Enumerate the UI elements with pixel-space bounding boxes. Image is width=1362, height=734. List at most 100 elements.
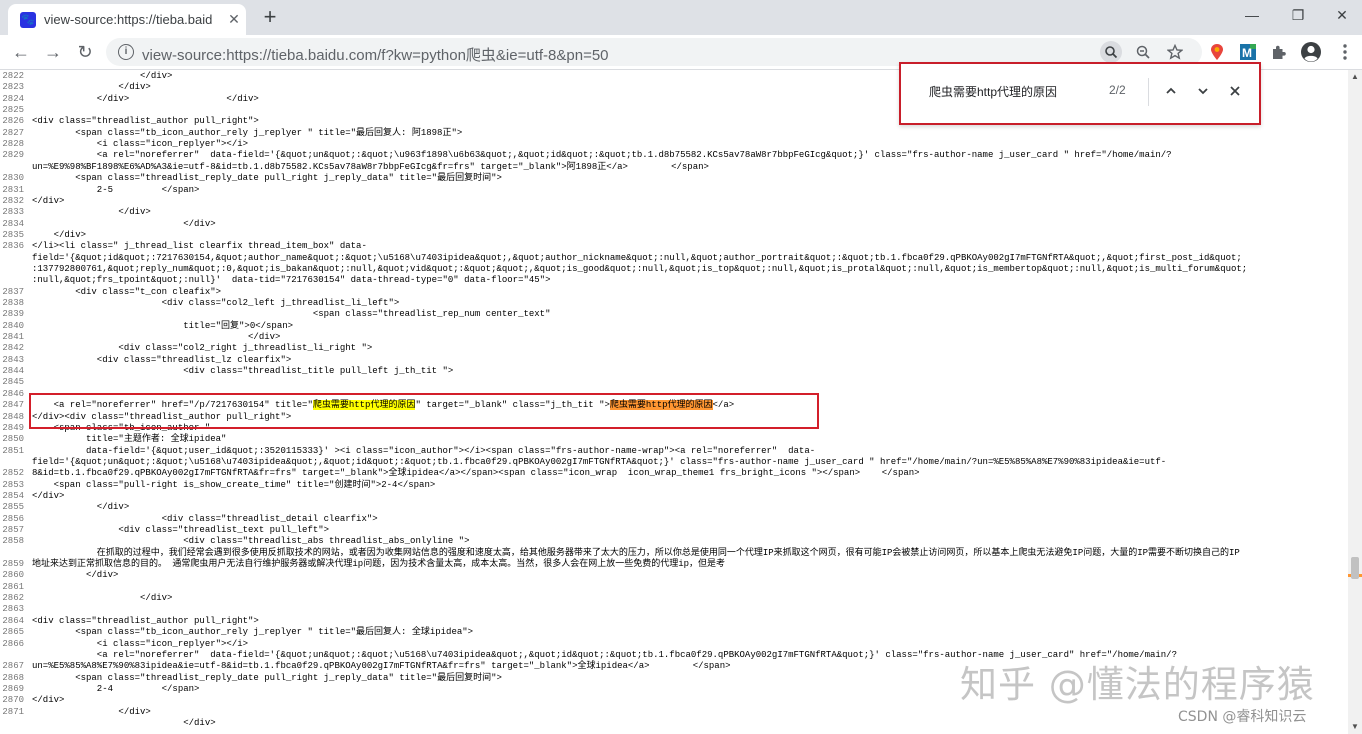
line-number: 2843 bbox=[2, 354, 24, 365]
window-close-button[interactable]: ✕ bbox=[1324, 4, 1360, 28]
line-number: 2840 bbox=[2, 320, 24, 331]
source-line: <div class="threadlist_lz clearfix"> bbox=[32, 354, 292, 365]
line-number: 2865 bbox=[2, 627, 24, 638]
line-number: 2839 bbox=[2, 309, 24, 320]
source-line: </div> bbox=[32, 706, 151, 717]
search-icon[interactable] bbox=[1100, 41, 1122, 63]
menu-kebab-icon[interactable] bbox=[1334, 41, 1356, 63]
line-number: 2846 bbox=[2, 388, 24, 399]
line-number: 2850 bbox=[2, 434, 24, 445]
tab-view-source[interactable]: 🐾 view-source:https://tieba.baid ✕ bbox=[8, 4, 246, 35]
source-line: </div> bbox=[32, 717, 216, 728]
source-line: </div> bbox=[32, 195, 65, 206]
find-divider bbox=[1148, 78, 1149, 106]
line-number: 2864 bbox=[2, 615, 24, 626]
line-number: 2822 bbox=[2, 71, 24, 81]
source-line: <i class="icon_replyer"></i> bbox=[32, 139, 249, 150]
m-extension-icon[interactable]: M bbox=[1237, 41, 1259, 63]
view-source-content[interactable]: 2822 2823 2824 2825 2826 2827 2828 2829 2830 2831… bbox=[0, 70, 1348, 734]
source-line: <div class="threadlist_author pull_right… bbox=[32, 615, 259, 626]
source-line: <span class="threadlist_reply_date pull_… bbox=[32, 672, 502, 683]
source-line: <div class="threadlist_author pull_right… bbox=[32, 116, 259, 127]
find-next-button[interactable] bbox=[1191, 79, 1215, 103]
scroll-down-arrow[interactable]: ▼ bbox=[1348, 720, 1362, 734]
source-line: title="主题作者: 全球ipidea" bbox=[32, 434, 227, 445]
source-line: <div class="col2_right j_threadlist_li_r… bbox=[32, 343, 373, 354]
line-number: 2861 bbox=[2, 581, 24, 592]
address-url[interactable]: view-source:https://tieba.baidu.com/f?kw… bbox=[142, 44, 609, 65]
find-previous-button[interactable] bbox=[1159, 79, 1183, 103]
line-number: 2855 bbox=[2, 502, 24, 513]
profile-avatar-icon[interactable] bbox=[1300, 41, 1322, 63]
line-number: 2830 bbox=[2, 173, 24, 184]
source-line: </div> bbox=[32, 332, 281, 343]
line-number: 2867 bbox=[2, 661, 24, 672]
source-line: <span class="tb_icon_author_rely j_reply… bbox=[32, 627, 474, 638]
source-line: </div> bbox=[32, 490, 65, 501]
scroll-up-arrow[interactable]: ▲ bbox=[1348, 70, 1362, 84]
line-number: 2852 bbox=[2, 468, 24, 479]
source-line: <span class="threadlist_reply_date pull_… bbox=[32, 173, 502, 184]
new-tab-button[interactable]: + bbox=[258, 6, 282, 30]
source-line: </div> bbox=[32, 695, 65, 706]
source-line: <span class="threadlist_rep_num center_t… bbox=[32, 309, 551, 320]
source-line: field='{&quot;id&quot;:7217630154,&quot;… bbox=[32, 252, 1242, 263]
line-number: 2862 bbox=[2, 593, 24, 604]
source-line: 地址来达到正常抓取信息的目的。 通常爬虫用户无法自行维护服务器或解决代理ip问题… bbox=[32, 559, 726, 570]
source-line: 在抓取的过程中，我们经常会遇到很多使用反抓取技术的网站，或者因为收集网站信息的强… bbox=[32, 547, 1240, 558]
reload-button[interactable]: ↻ bbox=[72, 39, 98, 65]
source-line: </li><li class=" j_thread_list clearfix … bbox=[32, 241, 367, 252]
source-line: <div class="col2_left j_threadlist_li_le… bbox=[32, 298, 400, 308]
line-number: 2871 bbox=[2, 706, 24, 717]
line-number: 2828 bbox=[2, 139, 24, 150]
line-number: 2845 bbox=[2, 377, 24, 388]
source-line: <div class="threadlist_title pull_left j… bbox=[32, 366, 454, 377]
line-number: 2837 bbox=[2, 286, 24, 297]
source-line: </div> bbox=[32, 82, 151, 93]
source-line: field='{&quot;un&quot;:&quot;\u5168\u740… bbox=[32, 456, 1167, 467]
scroll-thumb[interactable] bbox=[1351, 557, 1359, 579]
source-line: 8&id=tb.1.fbca0f29.qPBKOAy002gI7mFTGNfRT… bbox=[32, 468, 920, 479]
line-number: 2866 bbox=[2, 638, 24, 649]
location-extension-icon[interactable] bbox=[1206, 41, 1228, 63]
line-number: 2869 bbox=[2, 683, 24, 694]
source-line: <a rel="noreferrer" data-field='{&quot;u… bbox=[32, 150, 1172, 161]
source-line: </div> bbox=[32, 207, 151, 218]
source-line: <span class="tb_icon_author_rely j_reply… bbox=[32, 127, 463, 138]
zhihu-watermark: 知乎 @懂法的程序猿 bbox=[960, 663, 1315, 706]
zoom-out-icon[interactable] bbox=[1132, 41, 1154, 63]
find-input[interactable]: 爬虫需要http代理的原因 bbox=[929, 83, 1057, 100]
line-number: 2842 bbox=[2, 343, 24, 354]
line-number: 2868 bbox=[2, 672, 24, 683]
line-number: 2853 bbox=[2, 479, 24, 490]
source-line: data-field='{&quot;user_id&quot;:3520115… bbox=[32, 445, 816, 456]
line-number: 2851 bbox=[2, 445, 24, 456]
line-number: 2834 bbox=[2, 218, 24, 229]
bookmark-star-icon[interactable] bbox=[1164, 41, 1186, 63]
find-bar: 爬虫需要http代理的原因 2/2 bbox=[899, 62, 1261, 125]
tab-close-icon[interactable]: ✕ bbox=[226, 11, 242, 27]
line-number: 2825 bbox=[2, 105, 24, 116]
window-restore-button[interactable]: ❐ bbox=[1280, 4, 1316, 28]
source-line: <div class="threadlist_abs threadlist_ab… bbox=[32, 536, 470, 547]
line-number-gutter: 2822 2823 2824 2825 2826 2827 2828 2829 2830 2831… bbox=[0, 70, 26, 734]
match-highlight-box bbox=[29, 393, 819, 429]
tab-title: view-source:https://tieba.baid bbox=[44, 12, 213, 27]
line-number: 2847 bbox=[2, 400, 24, 411]
window-minimize-button[interactable]: — bbox=[1234, 4, 1270, 28]
source-line: </div> bbox=[32, 502, 130, 513]
source-line: </div> bbox=[32, 71, 173, 81]
find-close-button[interactable] bbox=[1223, 79, 1247, 103]
puzzle-extensions-icon[interactable] bbox=[1268, 41, 1290, 63]
vertical-scrollbar[interactable]: ▲ ▼ bbox=[1348, 70, 1362, 734]
source-line: 2-5 </span> bbox=[32, 184, 200, 195]
source-line: </div> bbox=[32, 593, 173, 604]
line-number: 2848 bbox=[2, 411, 24, 422]
source-line: <div class="threadlist_detail clearfix"> bbox=[32, 513, 378, 524]
forward-button[interactable]: → bbox=[40, 39, 66, 65]
line-number: 2849 bbox=[2, 422, 24, 433]
site-info-icon[interactable]: i bbox=[118, 44, 134, 60]
source-line: :null,&quot;frs_tpoint&quot;:null}' data… bbox=[32, 275, 551, 286]
back-button[interactable]: ← bbox=[8, 39, 34, 65]
line-number: 2835 bbox=[2, 229, 24, 240]
